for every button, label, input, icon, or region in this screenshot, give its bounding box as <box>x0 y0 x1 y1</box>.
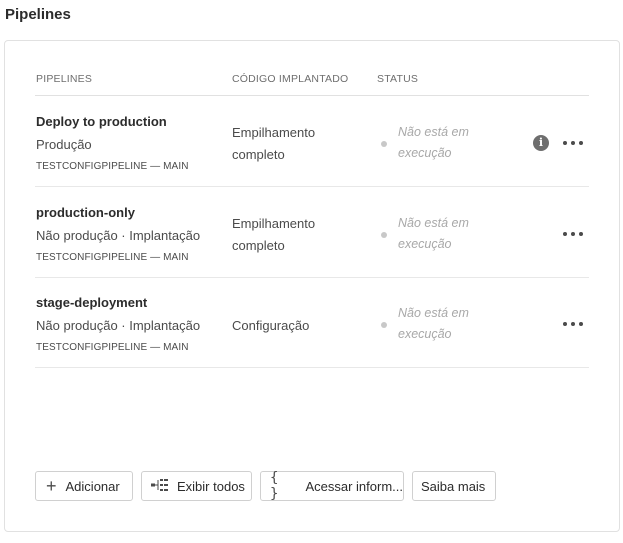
pipeline-repository: TESTCONFIGPIPELINE — MAIN <box>36 342 189 353</box>
pipeline-environment: Não produção · Implantação <box>36 318 201 333</box>
column-header-code: CÓDIGO IMPLANTADO <box>232 73 349 85</box>
page-title: Pipelines <box>5 6 71 23</box>
view-all-button[interactable]: Exibir todos <box>141 471 252 501</box>
pipeline-status: Não está em execução <box>398 306 469 341</box>
pipeline-repository: TESTCONFIGPIPELINE — MAIN <box>36 161 189 172</box>
pipeline-repository: TESTCONFIGPIPELINE — MAIN <box>36 252 189 263</box>
more-actions-button[interactable] <box>561 224 585 244</box>
learn-more-button[interactable]: Saiba mais <box>412 471 496 501</box>
table-row[interactable]: production-only Não produção · Implantaç… <box>35 188 589 278</box>
pipeline-environment: Produção <box>36 137 92 152</box>
list-tree-icon <box>151 478 168 495</box>
table-row[interactable]: stage-deployment Não produção · Implanta… <box>35 278 589 368</box>
add-button[interactable]: + Adicionar <box>35 471 133 501</box>
deployed-code: Empilhamento completo <box>232 216 316 253</box>
plus-icon: + <box>46 475 57 496</box>
braces-icon: { } <box>270 470 281 502</box>
pipeline-name[interactable]: Deploy to production <box>36 114 167 129</box>
info-icon[interactable]: i <box>533 135 549 151</box>
status-dot <box>381 322 387 328</box>
pipeline-name[interactable]: stage-deployment <box>36 295 147 310</box>
access-info-button[interactable]: { } Acessar inform... <box>260 470 404 502</box>
pipeline-status: Não está em execução <box>398 125 469 160</box>
column-header-status: STATUS <box>377 73 419 85</box>
pipeline-name[interactable]: production-only <box>36 205 135 220</box>
deployed-code: Configuração <box>232 318 310 333</box>
pipeline-environment: Não produção · Implantação <box>36 228 201 243</box>
column-header-pipelines: PIPELINES <box>36 73 93 85</box>
status-dot <box>381 141 387 147</box>
status-dot <box>381 232 387 238</box>
deployed-code: Empilhamento completo <box>232 125 316 162</box>
table-header: PIPELINES CÓDIGO IMPLANTADO STATUS <box>35 71 589 96</box>
pipeline-status: Não está em execução <box>398 216 469 251</box>
more-actions-button[interactable] <box>561 314 585 334</box>
table-row[interactable]: Deploy to production Produção TESTCONFIG… <box>35 97 589 187</box>
more-actions-button[interactable] <box>561 133 585 153</box>
pipelines-card: PIPELINES CÓDIGO IMPLANTADO STATUS Deplo… <box>4 40 620 532</box>
